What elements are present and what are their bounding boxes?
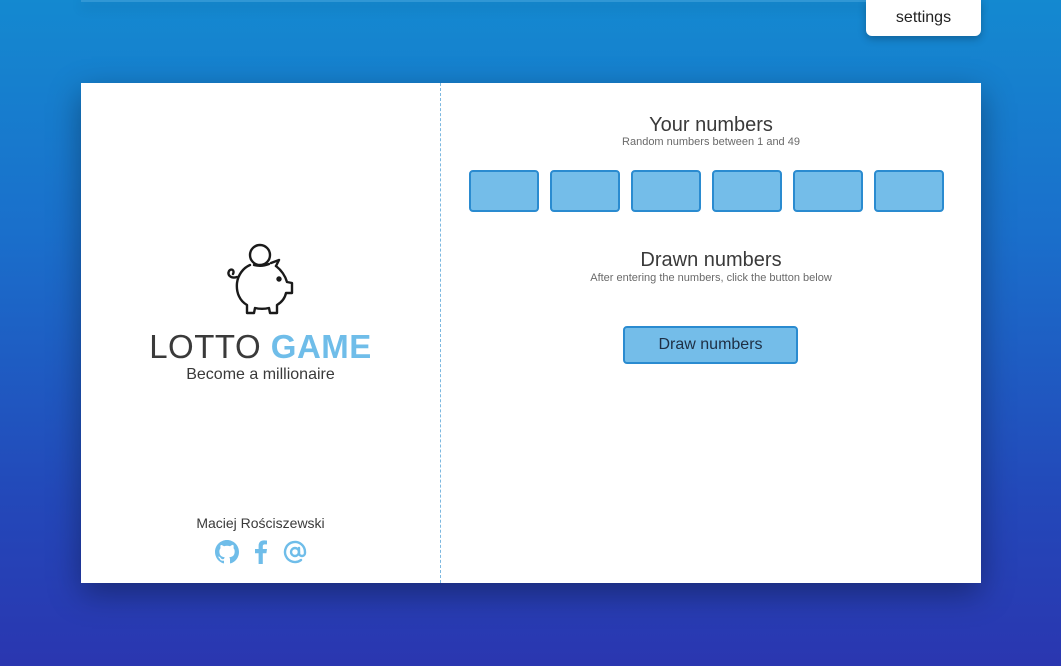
game-panel: Your numbers Random numbers between 1 an… bbox=[441, 83, 981, 583]
brand-panel: LOTTO GAME Become a millionaire Maciej R… bbox=[81, 83, 441, 583]
number-input-4[interactable] bbox=[712, 170, 782, 212]
app-title-main: LOTTO bbox=[149, 328, 262, 365]
email-icon[interactable] bbox=[283, 539, 307, 565]
your-numbers-hint: Random numbers between 1 and 49 bbox=[622, 136, 800, 148]
drawn-numbers-hint: After entering the numbers, click the bu… bbox=[590, 272, 832, 284]
draw-numbers-button[interactable]: Draw numbers bbox=[623, 326, 798, 364]
number-input-5[interactable] bbox=[793, 170, 863, 212]
drawn-numbers-heading: Drawn numbers bbox=[640, 249, 782, 271]
your-numbers-heading: Your numbers bbox=[649, 114, 773, 136]
app-title-accent: GAME bbox=[270, 328, 372, 365]
author-name: Maciej Rościszewski bbox=[196, 515, 325, 531]
social-links bbox=[81, 539, 440, 565]
piggy-bank-icon bbox=[221, 241, 297, 317]
number-input-1[interactable] bbox=[469, 170, 539, 212]
main-card: LOTTO GAME Become a millionaire Maciej R… bbox=[81, 83, 981, 583]
number-input-3[interactable] bbox=[631, 170, 701, 212]
app-subtitle: Become a millionaire bbox=[186, 366, 335, 383]
number-inputs bbox=[469, 170, 944, 212]
number-input-2[interactable] bbox=[550, 170, 620, 212]
facebook-icon[interactable] bbox=[249, 539, 273, 565]
github-icon[interactable] bbox=[214, 539, 239, 565]
app-title: LOTTO GAME bbox=[81, 328, 440, 366]
number-input-6[interactable] bbox=[874, 170, 944, 212]
top-bar bbox=[81, 0, 981, 2]
settings-button[interactable]: settings bbox=[866, 0, 981, 36]
